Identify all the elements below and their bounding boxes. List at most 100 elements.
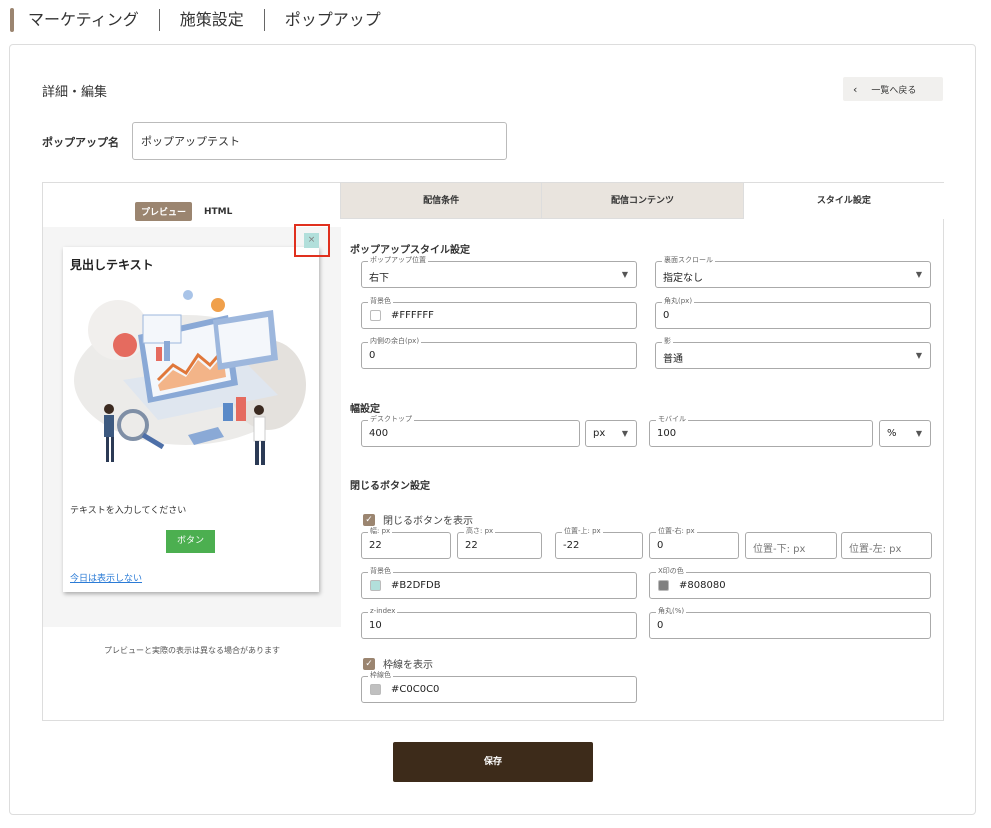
save-button[interactable]: 保存 xyxy=(393,742,593,782)
html-tab[interactable]: HTML xyxy=(204,207,232,217)
bg-color-field[interactable]: 背景色 #FFFFFF xyxy=(361,297,637,329)
close-radius-field[interactable]: 角丸(%) 0 xyxy=(649,607,931,639)
close-right-label: 位置-右: px xyxy=(656,527,697,536)
dropdown-arrow-icon: ▼ xyxy=(621,270,628,279)
dropdown-arrow-icon: ▼ xyxy=(621,429,628,438)
popup-cta-button[interactable]: ボタン xyxy=(166,530,215,553)
shadow-value: 普通 xyxy=(663,354,683,365)
close-radius-value: 0 xyxy=(657,620,664,631)
close-button-heading: 閉じるボタン設定 xyxy=(350,481,430,492)
popup-dont-show-today-link[interactable]: 今日は表示しない xyxy=(70,571,142,584)
close-x-color-value: #808080 xyxy=(679,580,726,591)
close-top-value: -22 xyxy=(563,540,580,551)
mobile-width-value: 100 xyxy=(657,428,677,439)
mobile-unit-select[interactable]: % ▼ xyxy=(879,420,931,447)
editor-panel: プレビュー HTML 見出しテキスト テキストを入力してください ボタン 今日は… xyxy=(42,182,944,721)
close-height-field[interactable]: 高さ: px 22 xyxy=(457,527,542,559)
mobile-width-field[interactable]: モバイル 100 xyxy=(649,415,873,447)
padding-value: 0 xyxy=(369,350,376,361)
close-bg-color-label: 背景色 xyxy=(368,567,393,576)
desktop-width-field[interactable]: デスクトップ 400 xyxy=(361,415,580,447)
breadcrumb-separator xyxy=(263,9,265,31)
checkmark-icon: ✓ xyxy=(363,513,375,526)
tab-delivery-conditions[interactable]: 配信条件 xyxy=(340,183,542,219)
tab-delivery-content[interactable]: 配信コンテンツ xyxy=(541,183,743,219)
close-bottom-field[interactable]: 位置-下: px xyxy=(745,532,837,559)
tab-style-settings[interactable]: スタイル設定 xyxy=(742,183,944,219)
breadcrumb: マーケティング 施策設定 ポップアップ xyxy=(10,8,401,32)
close-x-color-field[interactable]: X印の色 #808080 xyxy=(649,567,931,599)
color-swatch[interactable] xyxy=(370,580,381,591)
desktop-width-label: デスクトップ xyxy=(368,415,414,424)
color-swatch[interactable] xyxy=(658,580,669,591)
close-bottom-placeholder: 位置-下: px xyxy=(753,544,806,555)
preview-tab[interactable]: プレビュー xyxy=(135,202,193,221)
close-width-field[interactable]: 幅: px 22 xyxy=(361,527,451,559)
breadcrumb-popup: ポップアップ xyxy=(284,10,381,29)
main-card: 詳細・編集 ‹ 一覧へ戻る ポップアップ名 ポップアップテスト プレビュー HT… xyxy=(9,44,976,815)
zindex-field[interactable]: z-index 10 xyxy=(361,607,637,639)
close-height-label: 高さ: px xyxy=(464,527,496,536)
bg-color-value: #FFFFFF xyxy=(391,310,434,321)
popup-name-label: ポップアップ名 xyxy=(42,136,119,149)
settings-tabs: 配信条件 配信コンテンツ スタイル設定 xyxy=(340,183,944,219)
popup-heading: 見出しテキスト xyxy=(70,258,154,272)
close-width-label: 幅: px xyxy=(368,527,393,536)
mobile-width-label: モバイル xyxy=(656,415,688,424)
shadow-select[interactable]: 影 普通 ▼ xyxy=(655,337,931,369)
checkmark-icon: ✓ xyxy=(363,657,375,670)
breadcrumb-marketing[interactable]: マーケティング xyxy=(28,8,159,32)
close-top-field[interactable]: 位置-上: px -22 xyxy=(555,527,643,559)
zindex-label: z-index xyxy=(368,607,398,616)
close-width-value: 22 xyxy=(369,540,382,551)
back-to-list-button[interactable]: ‹ 一覧へ戻る xyxy=(843,77,943,101)
chevron-left-icon: ‹ xyxy=(853,82,858,96)
zindex-value: 10 xyxy=(369,620,382,631)
breadcrumb-campaign-settings[interactable]: 施策設定 xyxy=(180,8,264,32)
close-radius-label: 角丸(%) xyxy=(656,607,687,616)
position-label: ポップアップ位置 xyxy=(368,256,428,265)
scroll-select[interactable]: 裏面スクロール 指定なし ▼ xyxy=(655,256,931,288)
close-top-label: 位置-上: px xyxy=(562,527,603,536)
desktop-unit-select[interactable]: px ▼ xyxy=(585,420,637,447)
show-border-checkbox[interactable]: ✓ 枠線を表示 xyxy=(363,656,433,671)
border-color-label: 枠線色 xyxy=(368,671,393,680)
color-swatch[interactable] xyxy=(370,684,381,695)
popup-close-icon[interactable]: × xyxy=(304,233,319,248)
close-x-color-label: X印の色 xyxy=(656,567,686,576)
back-to-list-label: 一覧へ戻る xyxy=(871,85,917,96)
popup-name-input[interactable]: ポップアップテスト xyxy=(132,122,507,160)
dropdown-arrow-icon: ▼ xyxy=(915,270,922,279)
scroll-label: 裏面スクロール xyxy=(662,256,715,265)
desktop-unit-value: px xyxy=(593,428,606,439)
close-left-placeholder: 位置-左: px xyxy=(849,544,902,555)
shadow-label: 影 xyxy=(662,337,673,346)
dropdown-arrow-icon: ▼ xyxy=(915,351,922,360)
position-select[interactable]: ポップアップ位置 右下 ▼ xyxy=(361,256,637,288)
color-swatch[interactable] xyxy=(370,310,381,321)
bg-color-label: 背景色 xyxy=(368,297,393,306)
padding-field[interactable]: 内側の余白(px) 0 xyxy=(361,337,637,369)
dropdown-arrow-icon: ▼ xyxy=(915,429,922,438)
close-right-field[interactable]: 位置-右: px 0 xyxy=(649,527,739,559)
style-settings-panel: ポップアップスタイル設定 ポップアップ位置 右下 ▼ 裏面スクロール 指定なし … xyxy=(340,219,944,721)
show-close-checkbox[interactable]: ✓ 閉じるボタンを表示 xyxy=(363,512,473,527)
close-height-value: 22 xyxy=(465,540,478,551)
scroll-value: 指定なし xyxy=(663,273,703,284)
preview-toggle: プレビュー HTML xyxy=(135,202,232,221)
popup-illustration xyxy=(74,290,306,465)
mobile-unit-value: % xyxy=(887,428,897,439)
close-bg-color-field[interactable]: 背景色 #B2DFDB xyxy=(361,567,637,599)
width-heading: 幅設定 xyxy=(350,404,380,415)
border-color-field[interactable]: 枠線色 #C0C0C0 xyxy=(361,671,637,703)
show-border-label: 枠線を表示 xyxy=(383,660,433,671)
radius-field[interactable]: 角丸(px) 0 xyxy=(655,297,931,329)
popup-body-text: テキストを入力してください xyxy=(70,506,187,516)
popup-style-heading: ポップアップスタイル設定 xyxy=(350,245,470,256)
section-title: 詳細・編集 xyxy=(42,85,108,100)
breadcrumb-separator xyxy=(158,9,160,31)
close-right-value: 0 xyxy=(657,540,664,551)
close-left-field[interactable]: 位置-左: px xyxy=(841,532,932,559)
breadcrumb-accent-bar xyxy=(10,8,14,32)
position-value: 右下 xyxy=(369,273,389,284)
